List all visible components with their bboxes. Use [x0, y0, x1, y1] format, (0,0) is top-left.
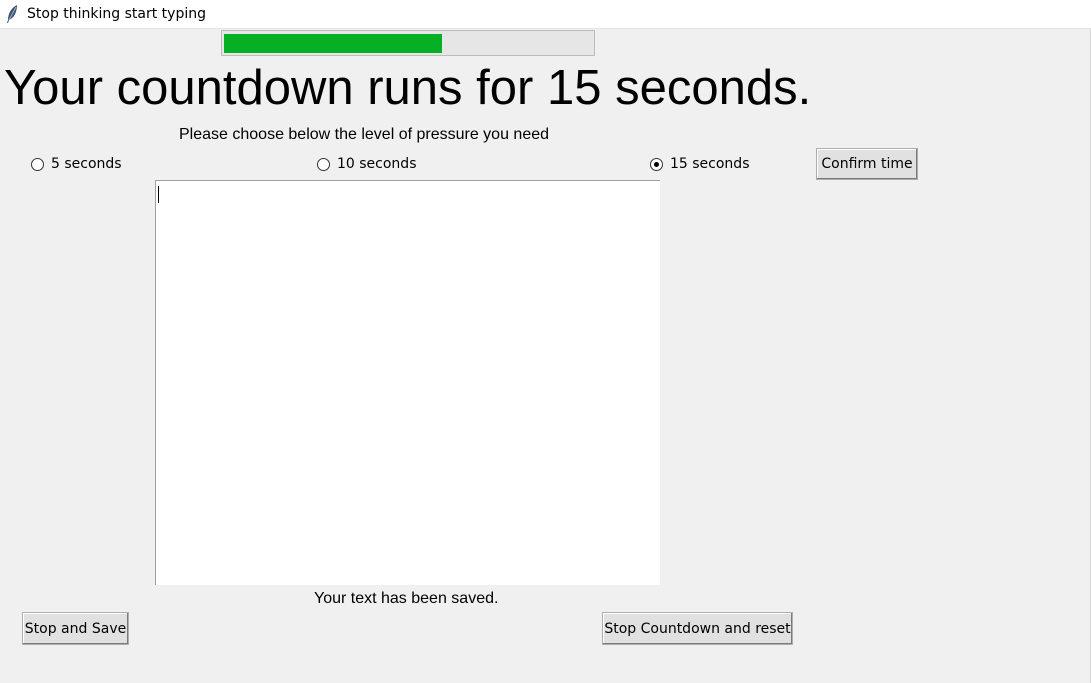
pressure-instruction: Please choose below the level of pressur…: [179, 126, 550, 143]
stop-countdown-reset-button[interactable]: Stop Countdown and reset: [602, 612, 793, 645]
radio-dot: [654, 161, 659, 167]
radio-circle[interactable]: [650, 157, 663, 171]
radio-circle[interactable]: [31, 157, 44, 171]
countdown-heading: Your countdown runs for 15 seconds.: [4, 61, 812, 115]
feather-icon: [7, 5, 17, 23]
radio-10-seconds[interactable]: 10 seconds: [317, 155, 417, 173]
stop-and-save-button[interactable]: Stop and Save: [22, 612, 129, 645]
radio-label: 15 seconds: [670, 156, 750, 172]
typing-text-area[interactable]: [155, 180, 660, 585]
progress-fill: [224, 34, 442, 53]
confirm-time-button[interactable]: Confirm time: [816, 148, 918, 180]
text-caret: [158, 186, 159, 203]
radio-15-seconds[interactable]: 15 seconds: [650, 155, 750, 173]
radio-label: 10 seconds: [337, 156, 417, 172]
radio-circle[interactable]: [317, 157, 330, 171]
window-title: Stop thinking start typing: [27, 6, 206, 22]
save-status-message: Your text has been saved.: [314, 590, 499, 607]
app-window: Stop thinking start typing Your countdow…: [0, 0, 1091, 683]
radio-5-seconds[interactable]: 5 seconds: [31, 155, 122, 173]
radio-label: 5 seconds: [51, 156, 122, 172]
title-bar: Stop thinking start typing: [0, 0, 1091, 29]
countdown-progress-bar: [221, 30, 595, 56]
